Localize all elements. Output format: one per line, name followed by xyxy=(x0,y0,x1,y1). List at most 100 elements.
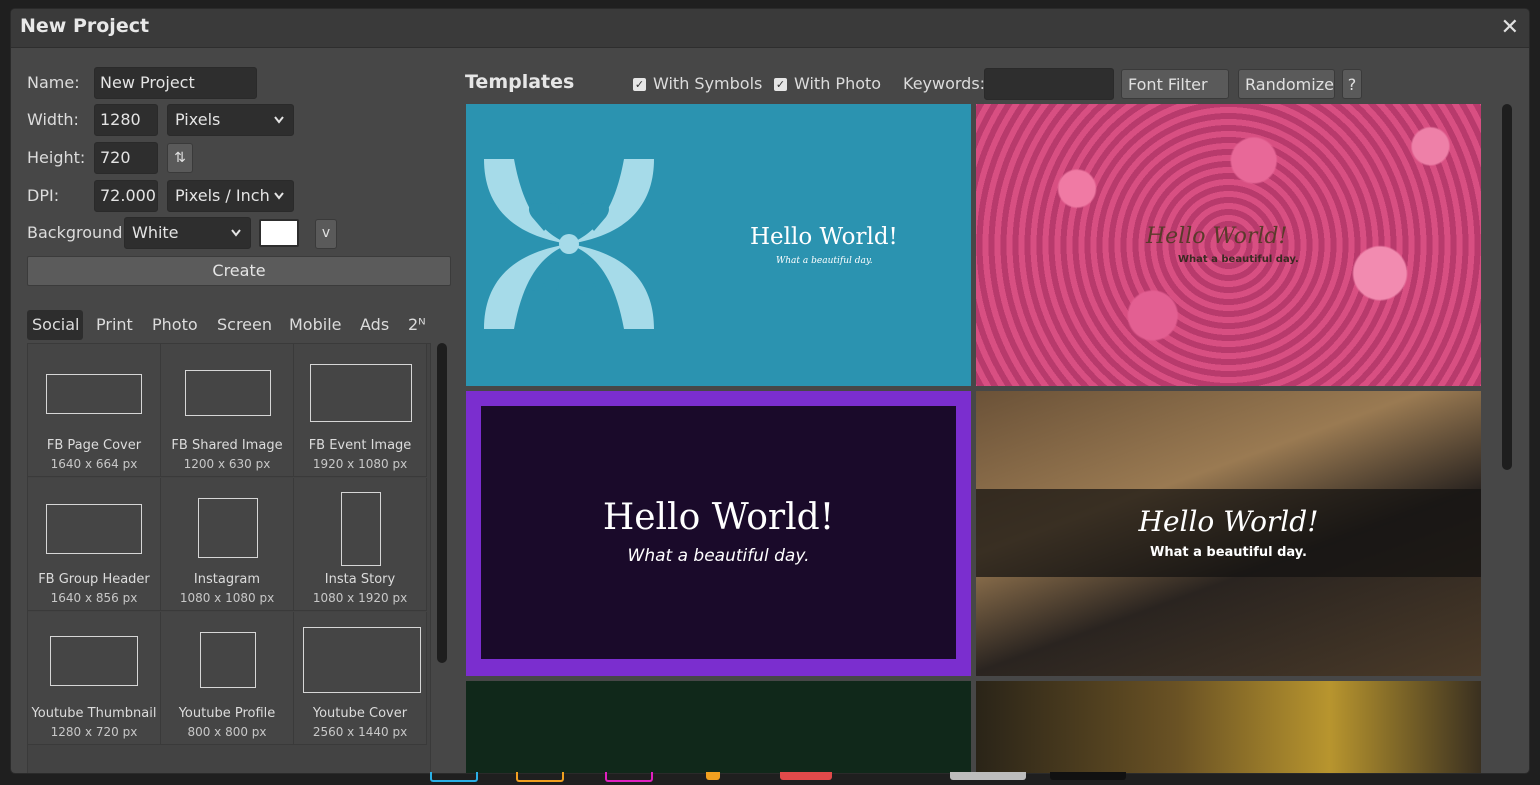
aspect-shape xyxy=(310,364,412,422)
tab-mobile[interactable]: Mobile xyxy=(284,310,346,340)
with-photo-checkbox[interactable]: ✓ xyxy=(774,78,787,91)
background-select-value: White xyxy=(132,223,179,242)
with-symbols-checkbox[interactable]: ✓ xyxy=(633,78,646,91)
tab-screen[interactable]: Screen xyxy=(212,310,277,340)
dock-item[interactable] xyxy=(1050,772,1126,780)
preset-size: 1640 x 664 px xyxy=(50,457,138,471)
preset-name: Youtube Cover xyxy=(312,706,408,721)
tab-photo[interactable]: Photo xyxy=(147,310,203,340)
background-more-button[interactable]: v xyxy=(315,219,337,249)
width-input[interactable]: 1280 xyxy=(94,104,158,136)
width-label: Width: xyxy=(27,110,79,129)
swatch-fill xyxy=(261,221,297,245)
tab-print[interactable]: Print xyxy=(91,310,138,340)
preset-size: 1080 x 1080 px xyxy=(179,591,275,605)
preset-size: 800 x 800 px xyxy=(187,725,267,739)
preset-name: Youtube Profile xyxy=(178,706,276,721)
preset-size: 1920 x 1080 px xyxy=(312,457,408,471)
with-symbols-label: With Symbols xyxy=(653,74,763,93)
template-title: Hello World! xyxy=(750,224,898,250)
preset-fb-page-cover[interactable]: FB Page Cover 1640 x 664 px xyxy=(28,344,161,477)
background-color-swatch[interactable] xyxy=(259,219,299,247)
dock-item[interactable] xyxy=(780,772,832,780)
height-input[interactable]: 720 xyxy=(94,142,158,174)
preset-youtube-profile[interactable]: Youtube Profile 800 x 800 px xyxy=(161,612,294,745)
lioness-photo[interactable]: Hello World! What a beautiful day. xyxy=(976,391,1481,676)
template-subtitle: What a beautiful day. xyxy=(1178,254,1299,265)
keywords-input[interactable] xyxy=(984,68,1114,100)
template-title: Hello World! xyxy=(602,497,835,538)
preset-name: Insta Story xyxy=(324,572,396,587)
chevron-down-icon xyxy=(273,105,285,146)
preset-name: Instagram xyxy=(193,572,261,587)
template-card-green[interactable] xyxy=(466,681,971,773)
preset-instagram[interactable]: Instagram 1080 x 1080 px xyxy=(161,478,294,611)
template-card-purple[interactable]: Hello World! What a beautiful day. xyxy=(466,391,971,676)
swap-icon: ⇅ xyxy=(174,150,186,166)
flower-icon xyxy=(484,159,654,329)
preset-fb-shared-image[interactable]: FB Shared Image 1200 x 630 px xyxy=(161,344,294,477)
help-button[interactable]: ? xyxy=(1342,69,1362,99)
tab-ads[interactable]: Ads xyxy=(355,310,394,340)
preset-scrollbar[interactable] xyxy=(437,343,447,663)
dpi-label: DPI: xyxy=(27,186,60,205)
preset-name: FB Page Cover xyxy=(46,438,142,453)
aspect-shape xyxy=(46,504,142,554)
close-icon[interactable]: ✕ xyxy=(1501,15,1519,40)
preset-size: 1200 x 630 px xyxy=(183,457,271,471)
templates-heading: Templates xyxy=(465,71,575,93)
aspect-shape xyxy=(185,370,271,416)
dock-item[interactable] xyxy=(950,772,1026,780)
dpi-input[interactable]: 72.000 xyxy=(94,180,158,212)
tab-power-of-two[interactable]: 2ᴺ xyxy=(403,310,431,340)
height-label: Height: xyxy=(27,148,86,167)
unit-select-value: Pixels xyxy=(175,110,221,129)
dock-item[interactable] xyxy=(430,772,478,782)
dialog-titlebar: New Project ✕ xyxy=(11,9,1529,48)
background-label: Background: xyxy=(27,223,128,242)
chevron-down-icon xyxy=(230,218,242,259)
dialog-title: New Project xyxy=(20,15,150,37)
preset-insta-story[interactable]: Insta Story 1080 x 1920 px xyxy=(294,478,427,611)
preset-name: FB Shared Image xyxy=(171,438,283,453)
create-button[interactable]: Create xyxy=(27,256,451,286)
aspect-shape xyxy=(200,632,256,688)
with-photo-label: With Photo xyxy=(794,74,882,93)
randomize-button[interactable]: Randomize xyxy=(1238,69,1335,99)
tab-social[interactable]: Social xyxy=(27,310,83,340)
aspect-shape xyxy=(46,374,142,414)
preset-size: 1640 x 856 px xyxy=(50,591,138,605)
swap-dimensions-button[interactable]: ⇅ xyxy=(167,143,193,173)
aspect-shape xyxy=(341,492,381,566)
preset-size: 1080 x 1920 px xyxy=(312,591,408,605)
aspect-shape xyxy=(50,636,138,686)
new-project-dialog: New Project ✕ Name: New Project Width: 1… xyxy=(11,9,1529,773)
preset-grid: FB Page Cover 1640 x 664 px FB Shared Im… xyxy=(27,343,431,773)
preset-fb-group-header[interactable]: FB Group Header 1640 x 856 px xyxy=(28,478,161,611)
font-filter-button[interactable]: Font Filter ▼ xyxy=(1121,69,1229,124)
background-select[interactable]: White xyxy=(124,217,251,249)
dpi-unit-select[interactable]: Pixels / Inch xyxy=(167,180,294,212)
preset-size: 1280 x 720 px xyxy=(50,725,138,739)
name-label: Name: xyxy=(27,73,80,92)
raspberries-photo[interactable]: Hello World! What a beautiful day. xyxy=(976,104,1481,386)
templates-scrollbar[interactable] xyxy=(1502,104,1512,470)
preset-name: FB Event Image xyxy=(308,438,412,453)
template-title: Hello World! xyxy=(1138,505,1319,538)
preset-fb-event-image[interactable]: FB Event Image 1920 x 1080 px xyxy=(294,344,427,477)
aspect-shape xyxy=(303,627,421,693)
preset-youtube-thumbnail[interactable]: Youtube Thumbnail 1280 x 720 px xyxy=(28,612,161,745)
unit-select[interactable]: Pixels xyxy=(167,104,294,136)
name-input[interactable]: New Project xyxy=(94,67,257,99)
chevron-down-icon xyxy=(273,181,285,222)
dock-item[interactable] xyxy=(605,772,653,782)
dock-item[interactable] xyxy=(516,772,564,782)
preset-youtube-cover[interactable]: Youtube Cover 2560 x 1440 px xyxy=(294,612,427,745)
template-subtitle: What a beautiful day. xyxy=(627,546,810,566)
dock-item[interactable] xyxy=(706,772,720,780)
template-card-blue[interactable]: Hello World! What a beautiful day. xyxy=(466,104,971,386)
aspect-shape xyxy=(198,498,258,558)
template-title: Hello World! xyxy=(1146,224,1288,249)
preset-name: FB Group Header xyxy=(38,572,150,587)
template-card-branches[interactable] xyxy=(976,681,1481,773)
